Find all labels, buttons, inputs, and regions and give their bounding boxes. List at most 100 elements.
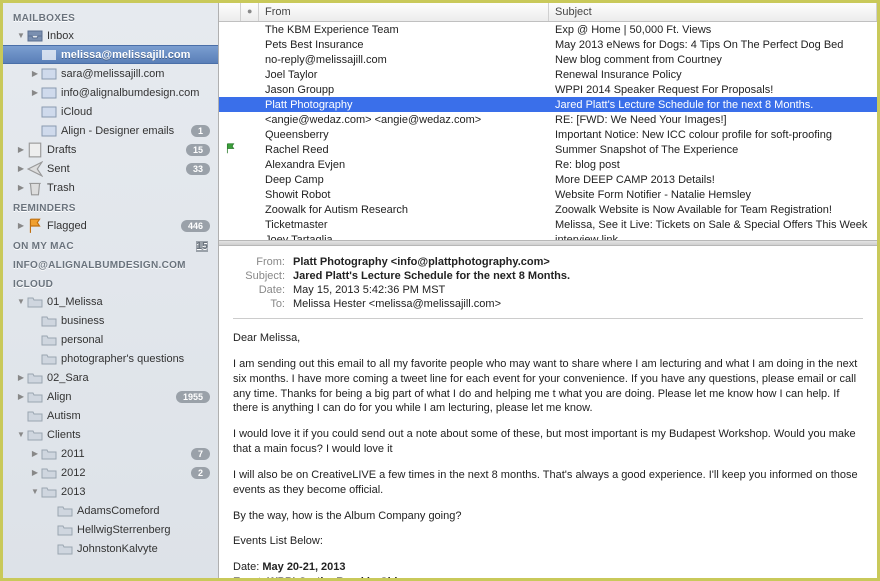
folder-2012[interactable]: ▶ 2012 2 <box>3 463 218 482</box>
col-subject[interactable]: Subject <box>549 3 877 21</box>
message-row[interactable]: Zoowalk for Autism ResearchZoowalk Websi… <box>219 202 877 217</box>
disclosure-icon[interactable]: ▶ <box>17 165 25 173</box>
message-row[interactable]: Joey Tartagliainterview link <box>219 232 877 240</box>
message-list[interactable]: The KBM Experience TeamExp @ Home | 50,0… <box>219 22 877 240</box>
disclosure-icon[interactable]: ▶ <box>17 374 25 382</box>
disclosure-icon[interactable]: ▼ <box>31 488 39 496</box>
badge: 7 <box>191 448 210 460</box>
folder-personal[interactable]: personal <box>3 330 218 349</box>
disclosure-icon[interactable]: ▶ <box>31 450 39 458</box>
message-row[interactable]: TicketmasterMelissa, See it Live: Ticket… <box>219 217 877 232</box>
folder-hellwig[interactable]: HellwigSterrenberg <box>3 520 218 539</box>
sidebar-inbox[interactable]: ▼ Inbox <box>3 26 218 45</box>
disclosure-icon[interactable]: ▶ <box>17 146 25 154</box>
message-row[interactable]: no-reply@melissajill.comNew blog comment… <box>219 52 877 67</box>
row-from: Joel Taylor <box>259 69 549 81</box>
row-from: Jason Groupp <box>259 84 549 96</box>
event-block: Date: May 20-21, 2013 Event: WPPI On the… <box>233 560 863 578</box>
folder-johnston[interactable]: JohnstonKalvyte <box>3 539 218 558</box>
hdr-subject: Jared Platt's Lecture Schedule for the n… <box>293 270 863 282</box>
row-subject: More DEEP CAMP 2013 Details! <box>549 174 877 186</box>
disclosure-icon[interactable]: ▶ <box>31 70 39 78</box>
inbox-icon <box>27 29 43 43</box>
message-row[interactable]: Alexandra EvjenRe: blog post <box>219 157 877 172</box>
section-infoalign: INFO@ALIGNALBUMDESIGN.COM <box>3 254 218 273</box>
row-subject: May 2013 eNews for Dogs: 4 Tips On The P… <box>549 39 877 51</box>
inbox-icon <box>41 67 57 81</box>
message-row[interactable]: The KBM Experience TeamExp @ Home | 50,0… <box>219 22 877 37</box>
sidebar-account-sara[interactable]: ▶ sara@melissajill.com <box>3 64 218 83</box>
badge: 1955 <box>176 391 210 403</box>
message-row[interactable]: Deep CampMore DEEP CAMP 2013 Details! <box>219 172 877 187</box>
sent-icon <box>27 162 43 176</box>
row-from: no-reply@melissajill.com <box>259 54 549 66</box>
row-from: The KBM Experience Team <box>259 24 549 36</box>
folder-icon <box>41 447 57 461</box>
sidebar-sent[interactable]: ▶ Sent 33 <box>3 159 218 178</box>
message-row[interactable]: Pets Best InsuranceMay 2013 eNews for Do… <box>219 37 877 52</box>
message-list-header: ● From Subject <box>219 3 877 22</box>
folder-2013[interactable]: ▼ 2013 <box>3 482 218 501</box>
inbox-icon <box>41 86 57 100</box>
folder-business[interactable]: business <box>3 311 218 330</box>
disclosure-icon[interactable]: ▶ <box>17 184 25 192</box>
row-flag <box>219 143 241 157</box>
sidebar-account-icloud[interactable]: iCloud <box>3 102 218 121</box>
row-subject: Important Notice: New ICC colour profile… <box>549 129 877 141</box>
message-row[interactable]: Jason GrouppWPPI 2014 Speaker Request Fo… <box>219 82 877 97</box>
disclosure-icon[interactable]: ▶ <box>31 89 39 97</box>
hdr-to-label: To: <box>233 298 285 310</box>
row-from: Platt Photography <box>259 99 549 111</box>
drafts-icon <box>27 143 43 157</box>
folder-photoq[interactable]: photographer's questions <box>3 349 218 368</box>
folder-icon <box>27 390 43 404</box>
row-from: Deep Camp <box>259 174 549 186</box>
col-flag[interactable] <box>219 3 241 21</box>
preview-divider <box>233 318 863 319</box>
message-row[interactable]: Showit RobotWebsite Form Notifier - Nata… <box>219 187 877 202</box>
badge: 2 <box>191 467 210 479</box>
folder-icon <box>41 466 57 480</box>
folder-02sara[interactable]: ▶ 02_Sara <box>3 368 218 387</box>
disclosure-icon[interactable]: ▶ <box>17 222 25 230</box>
inbox-icon <box>41 48 57 62</box>
message-row[interactable]: <angie@wedaz.com> <angie@wedaz.com>RE: [… <box>219 112 877 127</box>
col-status[interactable]: ● <box>241 3 259 21</box>
sidebar-trash[interactable]: ▶ Trash <box>3 178 218 197</box>
sidebar-flagged[interactable]: ▶ Flagged 446 <box>3 216 218 235</box>
row-from: Ticketmaster <box>259 219 549 231</box>
col-from[interactable]: From <box>259 3 549 21</box>
sidebar-account-melissa[interactable]: melissa@melissajill.com <box>3 45 218 64</box>
folder-adams[interactable]: AdamsComeford <box>3 501 218 520</box>
folder-icon <box>57 542 73 556</box>
section-mailboxes: MAILBOXES <box>3 7 218 26</box>
row-subject: New blog comment from Courtney <box>549 54 877 66</box>
message-row[interactable]: Rachel ReedSummer Snapshot of The Experi… <box>219 142 877 157</box>
folder-autism[interactable]: Autism <box>3 406 218 425</box>
row-subject: Website Form Notifier - Natalie Hemsley <box>549 189 877 201</box>
row-subject: Zoowalk Website is Now Available for Tea… <box>549 204 877 216</box>
row-from: Zoowalk for Autism Research <box>259 204 549 216</box>
sidebar-drafts[interactable]: ▶ Drafts 15 <box>3 140 218 159</box>
body-p3: I will also be on CreativeLIVE a few tim… <box>233 468 863 498</box>
sidebar-account-designer[interactable]: Align - Designer emails 1 <box>3 121 218 140</box>
disclosure-icon[interactable]: ▶ <box>17 393 25 401</box>
disclosure-icon[interactable]: ▼ <box>17 32 25 40</box>
hdr-date: May 15, 2013 5:42:36 PM MST <box>293 284 863 296</box>
disclosure-icon[interactable]: ▼ <box>17 431 25 439</box>
folder-2011[interactable]: ▶ 2011 7 <box>3 444 218 463</box>
disclosure-icon[interactable]: ▼ <box>17 298 25 306</box>
disclosure-icon[interactable]: ▶ <box>31 469 39 477</box>
disclosure-icon[interactable] <box>31 51 39 59</box>
message-row[interactable]: Platt PhotographyJared Platt's Lecture S… <box>219 97 877 112</box>
message-row[interactable]: Joel TaylorRenewal Insurance Policy <box>219 67 877 82</box>
sidebar-account-align[interactable]: ▶ info@alignalbumdesign.com <box>3 83 218 102</box>
hdr-from-label: From: <box>233 256 285 268</box>
folder-01melissa[interactable]: ▼ 01_Melissa <box>3 292 218 311</box>
row-subject: Jared Platt's Lecture Schedule for the n… <box>549 99 877 111</box>
folder-clients[interactable]: ▼ Clients <box>3 425 218 444</box>
inbox-icon <box>41 124 57 138</box>
message-row[interactable]: QueensberryImportant Notice: New ICC col… <box>219 127 877 142</box>
folder-align[interactable]: ▶ Align 1955 <box>3 387 218 406</box>
inbox-label: Inbox <box>47 30 210 42</box>
